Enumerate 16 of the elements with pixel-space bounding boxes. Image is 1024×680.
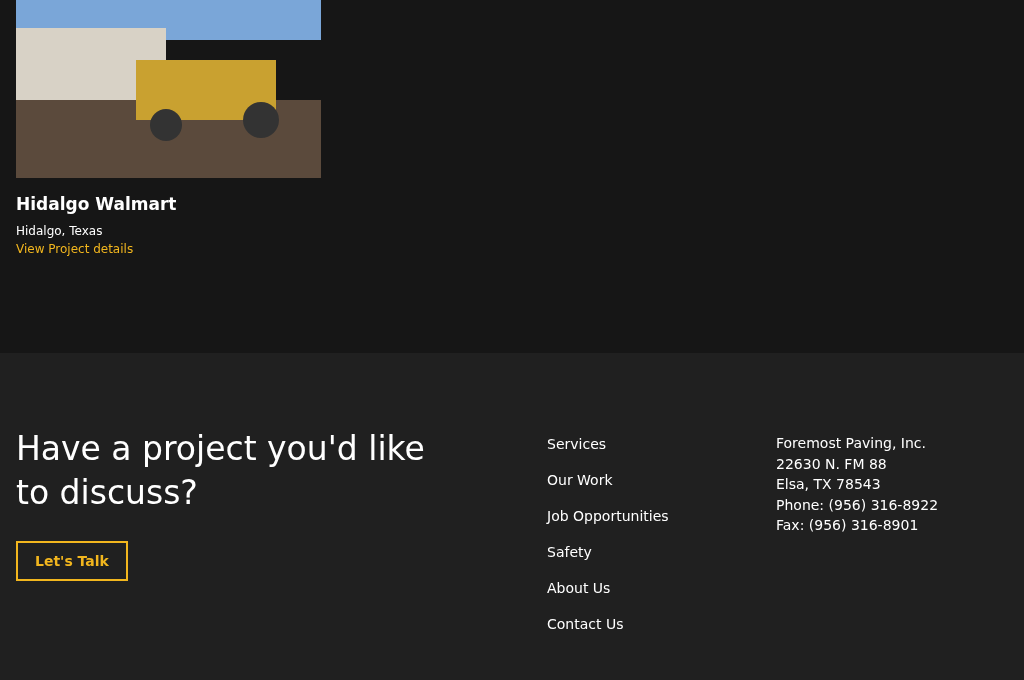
project-details-link[interactable]: View Project details	[16, 242, 134, 256]
footer-nav-link[interactable]: Job Opportunities	[547, 507, 669, 526]
address-line: Foremost Paving, Inc.	[776, 434, 927, 453]
footer-heading: Have a project you'd like to discuss?	[16, 428, 426, 514]
address-line: Elsa, TX 78543	[776, 475, 882, 494]
footer-nav-link[interactable]: Our Work	[547, 471, 613, 490]
address-line: Phone: (956) 316-8922	[776, 495, 939, 515]
footer-nav-link[interactable]: Contact Us	[547, 615, 624, 634]
project-location: Hidalgo, Texas	[16, 224, 104, 238]
project-title: Hidalgo Walmart	[16, 194, 178, 214]
lets-talk-button[interactable]: Let's Talk	[16, 541, 128, 581]
address-line: 22630 N. FM 88	[776, 454, 888, 474]
footer-nav-link[interactable]: Services	[547, 435, 607, 454]
footer-nav-link[interactable]: About Us	[547, 579, 611, 598]
footer-nav-link[interactable]: Safety	[547, 543, 592, 562]
address-line: Fax: (956) 316-8901	[776, 516, 920, 535]
